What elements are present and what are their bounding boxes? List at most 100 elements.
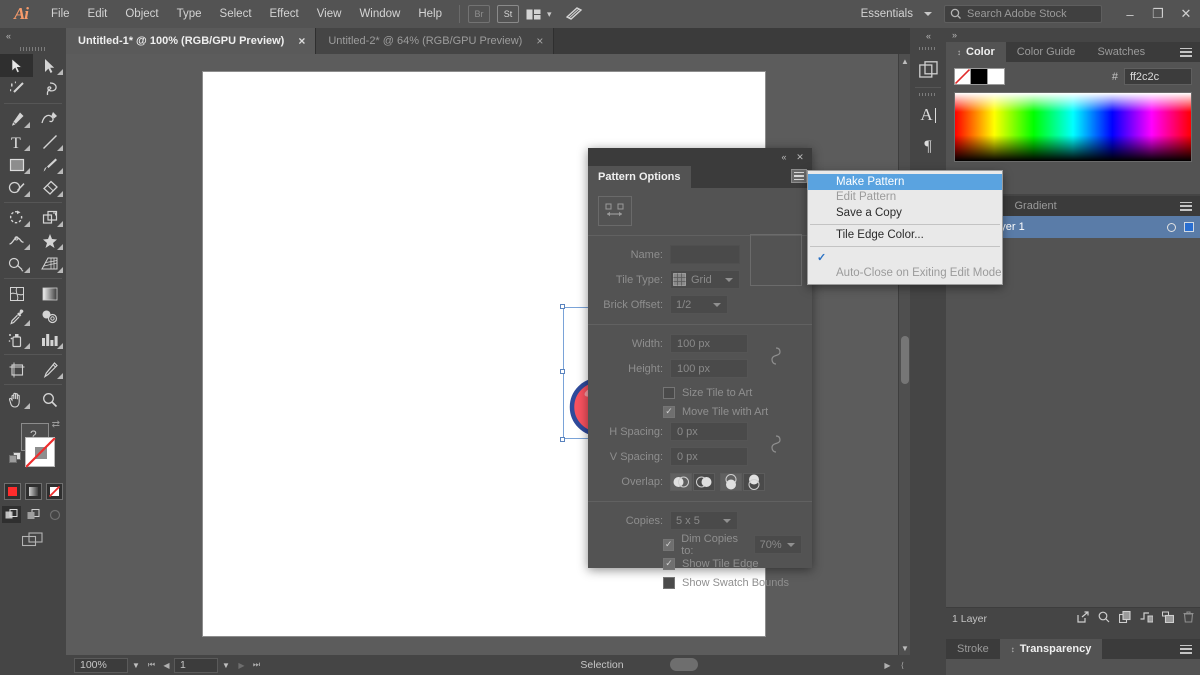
eyedropper-tool[interactable] <box>0 305 33 328</box>
minimize-icon[interactable]: – <box>1116 0 1144 28</box>
dock-collapse-button[interactable]: « <box>910 28 946 44</box>
layer-selection-indicator[interactable] <box>1184 222 1194 232</box>
white-swatch[interactable] <box>988 68 1005 85</box>
menu-item-tile-edge-color[interactable]: Tile Edge Color... <box>808 228 1002 244</box>
tab-transparency[interactable]: ↕ Transparency <box>999 639 1103 659</box>
transparency-panel-menu-icon[interactable] <box>1176 639 1196 659</box>
color-button[interactable] <box>3 483 21 500</box>
link-spacing-icon[interactable] <box>770 434 782 457</box>
black-swatch[interactable] <box>971 68 988 85</box>
width-input[interactable]: 100 px <box>670 334 748 353</box>
menu-effect[interactable]: Effect <box>261 0 308 28</box>
delete-layer-icon[interactable] <box>1183 611 1194 626</box>
layers-panel-menu-icon[interactable] <box>1176 196 1196 216</box>
dim-copies-row[interactable]: ✓ Dim Copies to: 70% <box>663 533 802 557</box>
overlap-right-in-front-icon[interactable] <box>693 472 715 491</box>
artboard-tool[interactable] <box>0 358 33 381</box>
zoom-chevron-down-icon[interactable]: ▼ <box>128 658 144 673</box>
dock-grip-2[interactable] <box>910 90 946 99</box>
slice-tool[interactable] <box>33 358 66 381</box>
status-collapse-icon[interactable]: ⟨ <box>895 658 910 673</box>
dock-grip-1[interactable] <box>910 44 946 53</box>
pattern-name-input[interactable] <box>670 245 740 264</box>
scale-tool[interactable] <box>33 206 66 229</box>
tile-type-select[interactable]: Grid <box>670 270 740 289</box>
pattern-panel-close-icon[interactable]: ✕ <box>792 148 808 166</box>
artboard-number-input[interactable]: 1 <box>174 657 218 673</box>
tab-pattern-options[interactable]: Pattern Options <box>588 166 691 188</box>
free-transform-tool[interactable] <box>33 229 66 252</box>
selection-handle-ml[interactable] <box>560 369 565 374</box>
fill-swatch[interactable] <box>25 437 56 468</box>
selection-handle-bl[interactable] <box>560 437 565 442</box>
color-spectrum-bar[interactable] <box>954 92 1192 162</box>
v-spacing-input[interactable]: 0 px <box>670 447 748 466</box>
column-graph-tool[interactable] <box>33 328 66 351</box>
menu-type[interactable]: Type <box>168 0 211 28</box>
document-tab-2-close-icon[interactable]: × <box>536 34 543 48</box>
curvature-tool[interactable] <box>33 107 66 130</box>
gradient-tool[interactable] <box>33 282 66 305</box>
hand-tool[interactable] <box>0 388 33 411</box>
bridge-button[interactable]: Br <box>468 5 490 23</box>
symbol-sprayer-tool[interactable] <box>0 328 33 351</box>
type-tool[interactable]: T <box>0 130 33 153</box>
menu-object[interactable]: Object <box>116 0 167 28</box>
mesh-tool[interactable] <box>0 282 33 305</box>
release-to-layers-icon[interactable] <box>1140 611 1154 626</box>
width-tool[interactable] <box>0 229 33 252</box>
workspace-switcher[interactable]: Essentials <box>857 8 917 20</box>
draw-behind-icon[interactable] <box>24 506 43 523</box>
cc-libraries-icon[interactable] <box>565 7 583 21</box>
link-width-height-icon[interactable] <box>770 346 782 369</box>
screen-mode-button[interactable] <box>0 532 66 547</box>
right-dock-collapse[interactable]: » <box>946 28 1200 42</box>
overlap-bottom-in-front-icon[interactable] <box>743 472 765 491</box>
menu-view[interactable]: View <box>308 0 351 28</box>
stock-search-input[interactable]: Search Adobe Stock <box>944 5 1102 23</box>
first-artboard-icon[interactable]: ⏮ <box>144 658 159 673</box>
shape-builder-tool[interactable] <box>0 252 33 275</box>
document-tab-1[interactable]: Untitled-1* @ 100% (RGB/GPU Preview) × <box>66 28 317 54</box>
workspace-chevron-down-icon[interactable] <box>924 12 932 16</box>
none-swatch[interactable] <box>954 68 971 85</box>
close-icon[interactable]: ✕ <box>1172 0 1200 28</box>
tools-panel-grip[interactable] <box>0 44 66 54</box>
color-panel-menu-icon[interactable] <box>1176 42 1196 62</box>
layer-target-icon[interactable] <box>1167 222 1176 232</box>
tab-color-guide[interactable]: Color Guide <box>1005 42 1087 62</box>
show-swatch-bounds-row[interactable]: Show Swatch Bounds <box>663 573 802 592</box>
paragraph-icon[interactable]: ¶ <box>910 131 946 163</box>
stock-button[interactable]: St <box>497 5 519 23</box>
menu-item-edit-pattern[interactable]: Edit Pattern <box>808 190 1002 206</box>
brick-offset-select[interactable]: 1/2 <box>670 295 728 314</box>
h-spacing-input[interactable]: 0 px <box>670 422 748 441</box>
scroll-down-icon[interactable]: ▼ <box>899 641 910 655</box>
size-tile-to-art-row[interactable]: Size Tile to Art <box>663 383 802 402</box>
rectangle-tool[interactable] <box>0 153 33 176</box>
paintbrush-tool[interactable] <box>33 153 66 176</box>
zoom-tool[interactable] <box>33 388 66 411</box>
previous-artboard-icon[interactable]: ◀ <box>159 658 174 673</box>
draw-inside-icon[interactable] <box>46 506 65 523</box>
gradient-button[interactable] <box>24 483 42 500</box>
menu-item-exit-pattern-editing[interactable]: Auto-Close on Exiting Edit Mode <box>808 266 1002 282</box>
dim-copies-select[interactable]: 70% <box>753 535 802 554</box>
new-layer-icon[interactable] <box>1162 611 1175 626</box>
menu-item-save-a-copy[interactable]: Save a Copy <box>808 205 1002 221</box>
artboard-chevron-down-icon[interactable]: ▼ <box>218 658 234 673</box>
menu-file[interactable]: File <box>42 0 79 28</box>
height-input[interactable]: 100 px <box>670 359 748 378</box>
none-button[interactable] <box>45 483 63 500</box>
direct-selection-tool[interactable] <box>33 54 66 77</box>
swap-fill-stroke-icon[interactable]: ⇄ <box>52 419 60 430</box>
default-fill-stroke-icon[interactable] <box>9 452 22 465</box>
rotate-tool[interactable] <box>0 206 33 229</box>
size-tile-to-art-checkbox[interactable] <box>663 386 675 399</box>
menu-item-auto-close[interactable]: ✓ <box>808 250 1002 266</box>
eraser-tool[interactable] <box>33 176 66 199</box>
locate-object-icon[interactable] <box>1077 611 1089 626</box>
selection-handle-tl[interactable] <box>560 304 565 309</box>
menu-select[interactable]: Select <box>211 0 261 28</box>
move-tile-with-art-row[interactable]: ✓ Move Tile with Art <box>663 402 802 421</box>
